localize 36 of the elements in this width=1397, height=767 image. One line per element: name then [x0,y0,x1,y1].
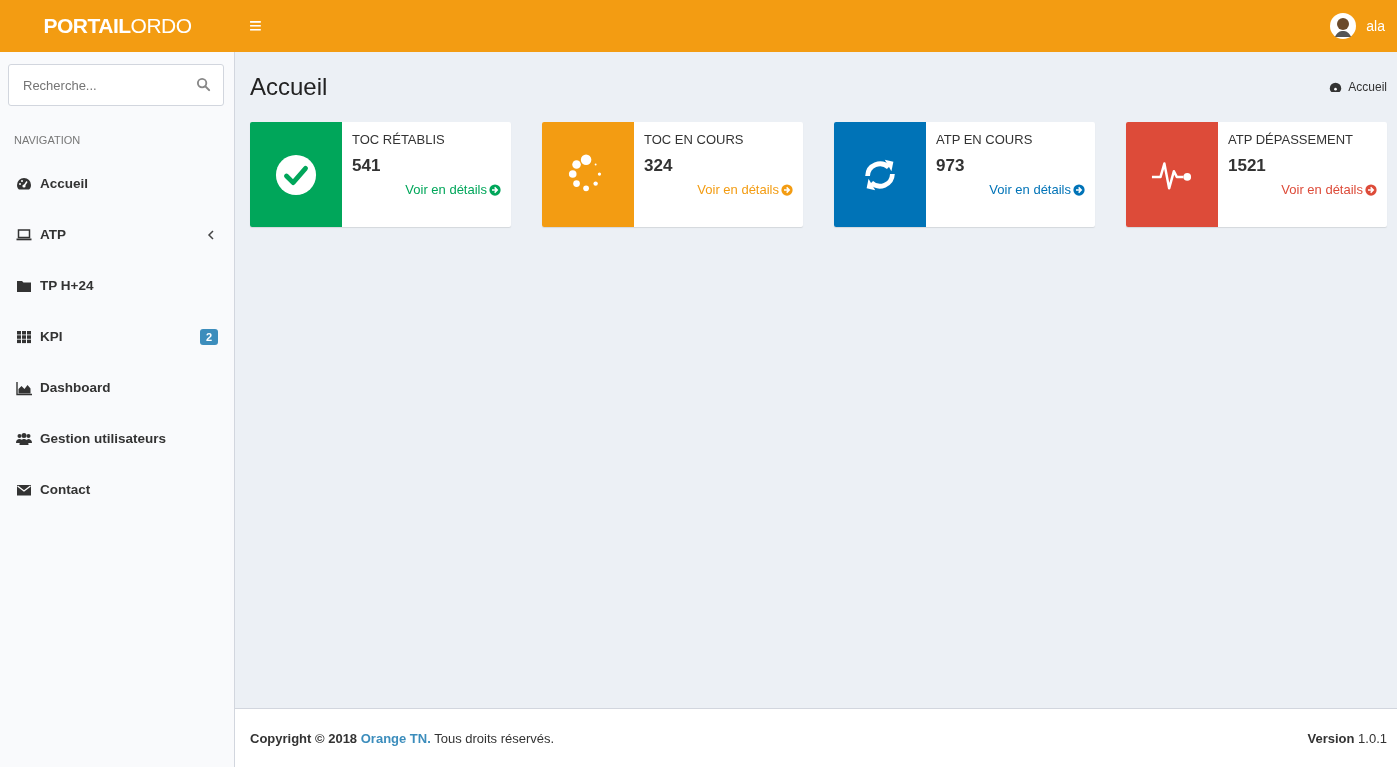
copyright-text: Copyright © 2018 Orange TN. Tous droits réservés. [250,730,555,746]
details-link[interactable]: Voir en détails [1281,182,1377,197]
info-box-value: 541 [352,156,382,176]
info-box-title: TOC RÉTABLIS [352,132,446,147]
laptop-icon [16,226,32,243]
arrow-circle-right-icon [781,183,793,196]
search-field[interactable]: Recherche... [8,64,224,106]
info-box-title: TOC EN COURS [644,132,745,147]
nav-item[interactable]: Dashboard [0,362,234,413]
nav-item[interactable]: Contact [0,464,234,515]
checkmark-circle-icon [275,153,317,196]
details-link[interactable]: Voir en détails [989,182,1085,197]
user-avatar-icon[interactable] [1330,13,1357,39]
nav-item[interactable]: TP H+24 [0,260,234,311]
nav-item[interactable]: KPI 2 [0,311,234,362]
users-icon [16,430,32,447]
count-badge: 2 [199,328,218,345]
nav-item[interactable]: Accueil [0,158,234,209]
company-link[interactable]: Orange TN. [360,730,431,746]
search-icon[interactable] [196,77,211,92]
nav-item[interactable]: Gestion utilisateurs [0,413,234,464]
arrow-circle-right-icon [1073,183,1085,196]
section-label: NAVIGATION [13,133,82,148]
breadcrumb-link[interactable]: Accueil [1348,80,1387,94]
area-chart-icon [16,379,32,396]
grid-icon [16,328,32,345]
arrow-circle-right-icon [1365,183,1377,196]
page-title: Accueil [250,73,328,101]
info-box-value: 973 [936,156,966,176]
version-text: Version 1.0.1 [1307,730,1387,746]
nav-item[interactable]: ATP [0,209,234,260]
info-box-value: 1521 [1228,156,1267,176]
info-box-title: ATP EN COURS [936,132,1034,147]
info-box-title: ATP DÉPASSEMENT [1228,132,1354,147]
arrow-circle-right-icon [489,183,501,196]
info-box-value: 324 [644,156,674,176]
